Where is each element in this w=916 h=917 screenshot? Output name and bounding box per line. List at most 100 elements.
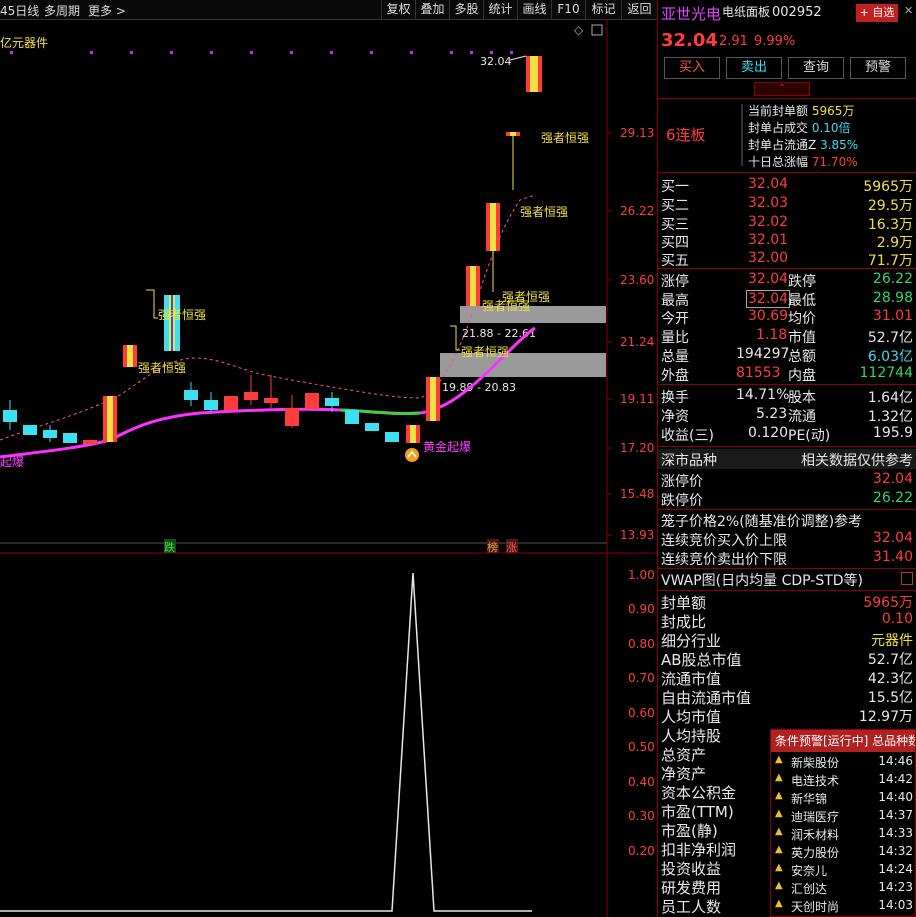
- limit-label: 涨停价: [661, 474, 703, 490]
- fund-label: 投资收益: [661, 860, 722, 878]
- top-price-pointer: [509, 55, 527, 61]
- stats-row: 最高 32.04 最低 28.98: [658, 290, 916, 309]
- alert-up-icon: ▲: [775, 862, 783, 873]
- alert-header[interactable]: 条件预警[运行中] 总品种数: [771, 730, 915, 752]
- toolbar-button-overlay[interactable]: 叠加: [415, 0, 449, 20]
- alert-item[interactable]: ▲ 新柴股份 14:46: [771, 754, 916, 772]
- alert-up-icon: ▲: [775, 790, 783, 801]
- limit-dot: [250, 51, 253, 54]
- kline-svg: 亿 元器件 ◇ 29.13 26.22 23.60 21.24 19.11 17…: [0, 20, 657, 917]
- alert-item[interactable]: ▲ 迪瑞医疗 14:37: [771, 808, 916, 826]
- multi-period-button[interactable]: 多周期: [44, 2, 80, 19]
- alert-item[interactable]: ▲ 电连技术 14:42: [771, 772, 916, 790]
- order-price: 32.00: [748, 250, 789, 266]
- alert-stock-name: 电连技术: [791, 774, 840, 788]
- kline-chart-panel[interactable]: 45日线 多周期 更多 > 复权 叠加 多股 统计 画线 F10 标记 返回 亿…: [0, 0, 657, 917]
- stats2-row: 换手 14.71% 股本 1.64亿: [658, 387, 916, 406]
- list-tag: 榜: [487, 540, 498, 554]
- alert-button[interactable]: 预警: [850, 57, 906, 79]
- stat-value: 1.64亿: [867, 390, 913, 406]
- fund-label: 人均市值: [661, 708, 722, 726]
- order-volume: 29.5万: [867, 198, 913, 214]
- fund-label: 封成比: [661, 613, 707, 631]
- fund-row: 流通市值 42.3亿: [658, 668, 916, 688]
- maximize-icon[interactable]: [591, 24, 603, 36]
- indicator-tick: 1.00: [628, 568, 655, 582]
- seal-divider: [741, 104, 743, 166]
- limit-dot: [370, 51, 373, 54]
- alert-up-icon: ▲: [775, 880, 783, 891]
- vwap-row[interactable]: VWAP图(日内均量 CDP-STD等): [658, 570, 916, 589]
- stat-label: 涨停: [661, 274, 689, 290]
- alert-item[interactable]: ▲ 英力股份 14:32: [771, 844, 916, 862]
- stat-label: 总额: [788, 349, 816, 365]
- divider: [658, 268, 916, 269]
- condition-alert-popup[interactable]: 条件预警[运行中] 总品种数 ▲ 新柴股份 14:46 ▲ 电连技术 14:42 ▲ 新华锦 1…: [770, 729, 916, 917]
- limit-dot: [330, 51, 333, 54]
- alert-item[interactable]: ▲ 安奈儿 14:24: [771, 862, 916, 880]
- stat-label: 外盘: [661, 368, 689, 384]
- seal-row: 当前封单额 5965万: [748, 103, 858, 120]
- indicator-line: [0, 572, 532, 912]
- more-button[interactable]: 更多 >: [88, 2, 126, 19]
- current-price: 32.04: [661, 30, 718, 51]
- seal-row: 封单占流通Z 3.85%: [748, 137, 858, 154]
- alert-item[interactable]: ▲ 汇创达 14:23: [771, 880, 916, 898]
- sell-button[interactable]: 卖出: [726, 57, 782, 79]
- seal-label: 封单占成交: [748, 121, 809, 135]
- fund-row: 细分行业 元器件: [658, 630, 916, 650]
- stat-label: 量比: [661, 330, 689, 346]
- alert-time: 14:42: [878, 772, 913, 786]
- chart-icon[interactable]: [901, 572, 913, 585]
- toolbar-button-draw-line[interactable]: 画线: [517, 0, 551, 20]
- fund-value: 52.7亿: [867, 652, 913, 668]
- toolbar-button-f10[interactable]: F10: [551, 0, 585, 20]
- alert-time: 14:46: [878, 754, 913, 768]
- price-change-pct: 9.99%: [754, 34, 796, 49]
- indicator-tick: 0.30: [628, 809, 655, 823]
- alert-item[interactable]: ▲ 新华锦 14:40: [771, 790, 916, 808]
- candle-limit-up-core: [530, 56, 538, 92]
- candle: [365, 423, 379, 431]
- alert-stock-name: 新柴股份: [791, 756, 840, 770]
- annotation-strong: 强者恒强: [520, 205, 568, 219]
- query-button[interactable]: 查询: [788, 57, 844, 79]
- alert-item[interactable]: ▲ 天创时尚 14:03: [771, 898, 916, 916]
- toolbar-button-restore-rights[interactable]: 复权: [381, 0, 415, 20]
- toolbar-button-statistics[interactable]: 统计: [483, 0, 517, 20]
- order-label: 买四: [661, 235, 689, 251]
- stat-value: 32.04: [748, 271, 789, 287]
- divider: [658, 568, 916, 569]
- cage-title-row: 笼子价格2%(随基准价调整)参考: [658, 511, 916, 530]
- fall-tag: 跌: [164, 540, 175, 554]
- fund-value: 元器件: [871, 633, 913, 649]
- collapse-toggle[interactable]: ⌃: [754, 82, 810, 96]
- stat-value: 1.32亿: [867, 409, 913, 425]
- seal-value: 5965万: [811, 104, 855, 118]
- buy-button[interactable]: 买入: [664, 57, 720, 79]
- add-watch-button[interactable]: + 自选: [856, 4, 898, 22]
- period-selector[interactable]: 45日线: [0, 2, 39, 19]
- price-tick: 26.22: [620, 204, 654, 218]
- stock-subtitle: 电纸面板: [722, 5, 771, 19]
- toolbar-button-multi-stock[interactable]: 多股: [449, 0, 483, 20]
- price-change: 2.91: [719, 34, 748, 49]
- alert-item[interactable]: ▲ 润禾材料 14:33: [771, 826, 916, 844]
- fund-label: 资本公积金: [661, 784, 737, 802]
- indicator-tick: 0.20: [628, 844, 655, 858]
- alert-time: 14:40: [878, 790, 913, 804]
- diamond-icon[interactable]: ◇: [574, 23, 584, 37]
- limit-dot: [490, 51, 493, 54]
- stat-label: PE(动): [788, 428, 831, 444]
- limit-dot: [510, 51, 513, 54]
- toolbar-button-mark[interactable]: 标记: [585, 0, 621, 20]
- stat-value: 14.71%: [736, 387, 790, 403]
- limit-dot: [210, 51, 213, 54]
- cage-label: 连续竞价买入价上限: [661, 533, 787, 549]
- stats2-row: 收益(三) 0.120 PE(动) 195.9: [658, 425, 916, 444]
- candle: [23, 425, 37, 435]
- close-icon[interactable]: ✕: [904, 4, 913, 17]
- candle: [385, 432, 399, 442]
- toolbar-button-back[interactable]: 返回: [621, 0, 657, 20]
- alert-up-icon: ▲: [775, 826, 783, 837]
